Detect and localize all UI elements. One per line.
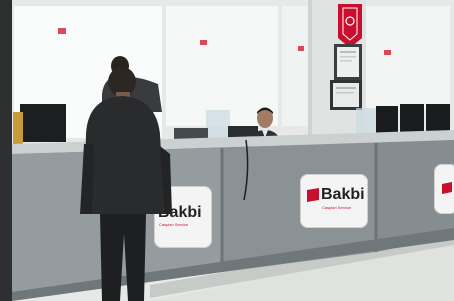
customers xyxy=(80,56,172,301)
bakbi-sign-right xyxy=(434,164,454,214)
bank-office-photo: Bakbi Caspian Service Bakbi Caspian Serv… xyxy=(0,0,454,301)
bakbi-sign-center: Bakbi Caspian Service xyxy=(300,174,368,228)
bakbi-brand-name: Bakbi xyxy=(321,186,365,203)
bakbi-tagline: Caspian Service xyxy=(322,205,352,210)
bakbi-logo-mark-icon xyxy=(307,188,319,202)
service-counter xyxy=(12,130,454,301)
bakbi-logo-mark-icon xyxy=(442,182,452,194)
